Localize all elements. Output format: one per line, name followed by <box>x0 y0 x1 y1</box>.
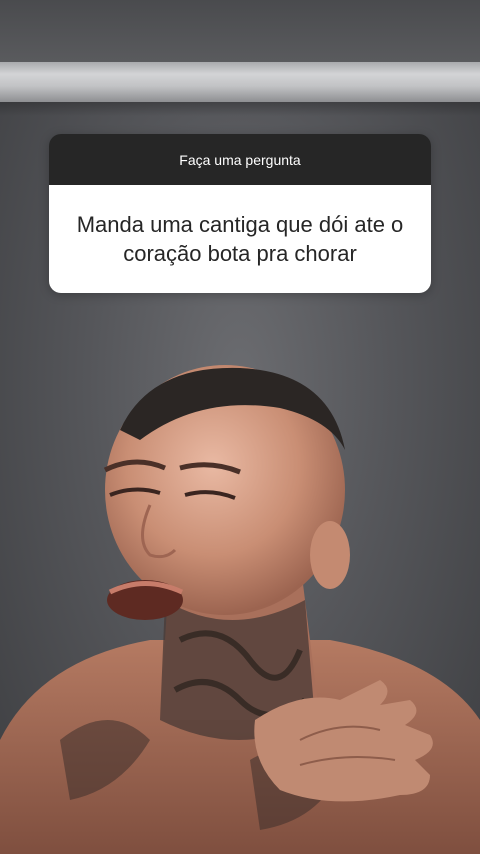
question-line: coração bota pra chorar <box>123 241 357 266</box>
ear <box>310 521 350 589</box>
sticker-question: Manda uma cantiga que dói ate o coração … <box>49 185 431 293</box>
question-line: Manda uma cantiga que dói ate o <box>76 212 404 237</box>
sticker-header-label: Faça uma pergunta <box>179 151 301 168</box>
person-photo <box>0 365 480 854</box>
sticker-header: Faça uma pergunta <box>49 134 431 185</box>
question-sticker[interactable]: Faça uma pergunta Manda uma cantiga que … <box>49 134 431 293</box>
story-canvas[interactable]: Faça uma pergunta Manda uma cantiga que … <box>0 0 480 854</box>
